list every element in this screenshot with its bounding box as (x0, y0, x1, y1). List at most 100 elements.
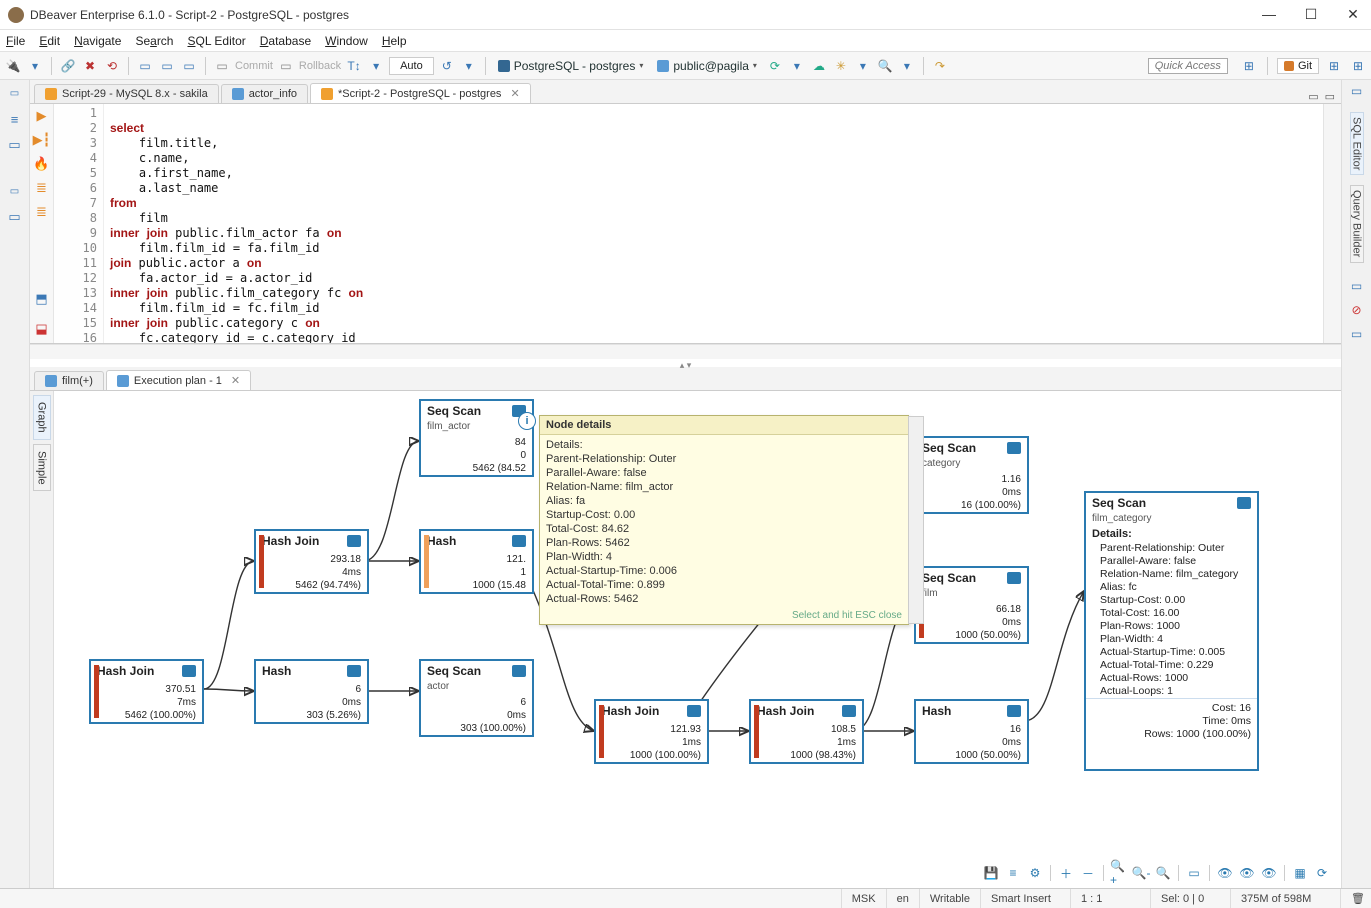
schema-selector[interactable]: public@pagila ▾ (652, 57, 762, 75)
db-navigator-icon[interactable]: ≡ (6, 110, 24, 128)
visibility2-icon[interactable]: 👁 (1238, 864, 1256, 882)
node-seq-category[interactable]: Seq Scan category 1.160ms16 (100.00%) (914, 436, 1029, 514)
node-hash-actor[interactable]: Hash 60ms303 (5.26%) (254, 659, 369, 724)
projects-icon[interactable]: ▭ (6, 136, 24, 154)
refresh-icon[interactable]: ⟳ (766, 57, 784, 75)
vertical-scrollbar[interactable] (1323, 104, 1341, 343)
load-icon[interactable]: ⬒ (35, 291, 47, 307)
restore-view2-icon[interactable]: ▭ (1348, 279, 1366, 297)
save-icon[interactable]: ⬓ (35, 321, 47, 337)
stop-icon[interactable]: ✳ (832, 57, 850, 75)
sql-editor-icon[interactable]: ▭ (136, 57, 154, 75)
node-hashjoin4[interactable]: Hash Join 108.51ms1000 (98.43%) (749, 699, 864, 764)
history-icon[interactable]: ↺ (438, 57, 456, 75)
node-seq-filmcategory-details[interactable]: Seq Scan film_category Details: Parent-R… (1084, 491, 1259, 771)
perspective-icon[interactable]: ⊞ (1240, 57, 1258, 75)
restore-view-icon[interactable]: ▭ (6, 84, 24, 102)
visibility3-icon[interactable]: 👁 (1260, 864, 1278, 882)
refresh-plan-icon[interactable]: ⟳ (1313, 864, 1331, 882)
grid-icon[interactable]: ▦ (1291, 864, 1309, 882)
tooltip-scrollbar[interactable] (908, 416, 924, 624)
minimize-view-icon[interactable]: ▭ (1308, 90, 1318, 103)
close-button[interactable]: ✕ (1343, 6, 1363, 23)
status-write[interactable]: Writable (920, 889, 981, 908)
perspective3-icon[interactable]: ⊞ (1349, 57, 1367, 75)
git-perspective-button[interactable]: Git (1277, 58, 1319, 74)
explain2-icon[interactable]: ≣ (36, 204, 47, 220)
settings-icon[interactable]: ⚙ (1026, 864, 1044, 882)
maximize-view-icon[interactable]: ▭ (1325, 90, 1335, 103)
sash[interactable]: ▴ ▾ (30, 359, 1341, 367)
menu-file[interactable]: File (6, 34, 25, 48)
node-hash-mid[interactable]: Hash 121.11000 (15.48 (419, 529, 534, 594)
zoom-in-icon[interactable]: 🔍+ (1110, 864, 1128, 882)
dropdown-icon[interactable]: ▾ (898, 57, 916, 75)
run-script-icon[interactable]: ▶┇ (33, 132, 51, 148)
status-lang[interactable]: en (887, 889, 920, 908)
commit-icon[interactable]: ▭ (213, 57, 231, 75)
run-icon[interactable]: ▶ (37, 108, 47, 124)
cloud-icon[interactable]: ☁ (810, 57, 828, 75)
close-tab-icon[interactable]: ✕ (510, 87, 519, 100)
status-insert[interactable]: Smart Insert (981, 889, 1071, 908)
save-plan-icon[interactable]: 💾 (982, 864, 1000, 882)
zoom-fit-icon[interactable]: 🔍 (1154, 864, 1172, 882)
node-hashjoin3[interactable]: Hash Join 121.931ms1000 (100.00%) (594, 699, 709, 764)
node-hashjoin-root[interactable]: Hash Join 370.517ms5462 (100.00%) (89, 659, 204, 724)
status-gc-icon[interactable]: 🗑 (1341, 889, 1371, 908)
explain-icon[interactable]: ≣ (36, 180, 47, 196)
result-tab-plan[interactable]: Execution plan - 1 ✕ (106, 370, 251, 390)
menu-navigate[interactable]: Navigate (74, 34, 121, 48)
dropdown-icon[interactable]: ▾ (26, 57, 44, 75)
expand-icon[interactable]: ＋ (1057, 864, 1075, 882)
menu-database[interactable]: Database (260, 34, 311, 48)
menu-help[interactable]: Help (382, 34, 407, 48)
layout1-icon[interactable]: ▭ (1185, 864, 1203, 882)
sidetab-sql-editor[interactable]: SQL Editor (1350, 112, 1364, 175)
error-log-icon[interactable]: ⊘ (1348, 303, 1366, 321)
node-seq-film[interactable]: Seq Scan film 66.180ms1000 (50.00%) (914, 566, 1029, 644)
perspective2-icon[interactable]: ⊞ (1325, 57, 1343, 75)
tab-script29[interactable]: Script-29 - MySQL 8.x - sakila (34, 84, 219, 103)
restore-view-icon[interactable]: ▭ (1348, 84, 1366, 102)
execute-tab-icon[interactable]: 🔥 (33, 156, 49, 172)
new-sql-icon[interactable]: ▭ (158, 57, 176, 75)
status-memory[interactable]: 375M of 598M (1231, 889, 1341, 908)
visibility-icon[interactable]: 👁 (1216, 864, 1234, 882)
project-explorer-icon[interactable]: ▭ (6, 208, 24, 226)
connect-icon[interactable]: 🔗 (59, 57, 77, 75)
recent-sql-icon[interactable]: ▭ (180, 57, 198, 75)
search-icon[interactable]: 🔍 (876, 57, 894, 75)
menu-window[interactable]: Window (325, 34, 368, 48)
tools-icon[interactable]: ↷ (931, 57, 949, 75)
quick-access-input[interactable]: Quick Access (1148, 58, 1228, 74)
commit-label[interactable]: Commit (235, 60, 273, 72)
collapse-icon[interactable]: － (1079, 864, 1097, 882)
minimize-button[interactable]: ― (1259, 6, 1279, 23)
node-hash-cat[interactable]: Hash 160ms1000 (50.00%) (914, 699, 1029, 764)
plan-tab-simple[interactable]: Simple (33, 444, 51, 492)
dropdown-icon[interactable]: ▾ (460, 57, 478, 75)
dropdown-icon[interactable]: ▾ (367, 57, 385, 75)
menu-sqleditor[interactable]: SQL Editor (187, 34, 245, 48)
txn-mode-icon[interactable]: T↕ (345, 57, 363, 75)
rollback-label[interactable]: Rollback (299, 60, 341, 72)
result-tab-film[interactable]: film(+) (34, 371, 104, 390)
new-connection-icon[interactable]: 🔌 (4, 57, 22, 75)
plan-tab-graph[interactable]: Graph (33, 395, 51, 440)
tab-script2[interactable]: *Script-2 - PostgreSQL - postgres ✕ (310, 83, 531, 103)
dropdown-icon[interactable]: ▾ (854, 57, 872, 75)
reconnect-icon[interactable]: ⟲ (103, 57, 121, 75)
restore-view2-icon[interactable]: ▭ (6, 182, 24, 200)
status-locale[interactable]: MSK (842, 889, 887, 908)
tasks-icon[interactable]: ▭ (1348, 327, 1366, 345)
node-seq-actor[interactable]: Seq Scan actor 60ms303 (100.00%) (419, 659, 534, 737)
node-hashjoin2[interactable]: Hash Join 293.184ms5462 (94.74%) (254, 529, 369, 594)
plan-canvas[interactable]: Hash Join 370.517ms5462 (100.00%) Hash J… (54, 391, 1341, 888)
dropdown-icon[interactable]: ▾ (788, 57, 806, 75)
sidetab-query-builder[interactable]: Query Builder (1350, 185, 1364, 262)
tab-actorinfo[interactable]: actor_info (221, 84, 308, 103)
zoom-out-icon[interactable]: 🔍- (1132, 864, 1150, 882)
connection-selector[interactable]: PostgreSQL - postgres ▾ (493, 57, 649, 75)
maximize-button[interactable]: ☐ (1301, 6, 1321, 23)
